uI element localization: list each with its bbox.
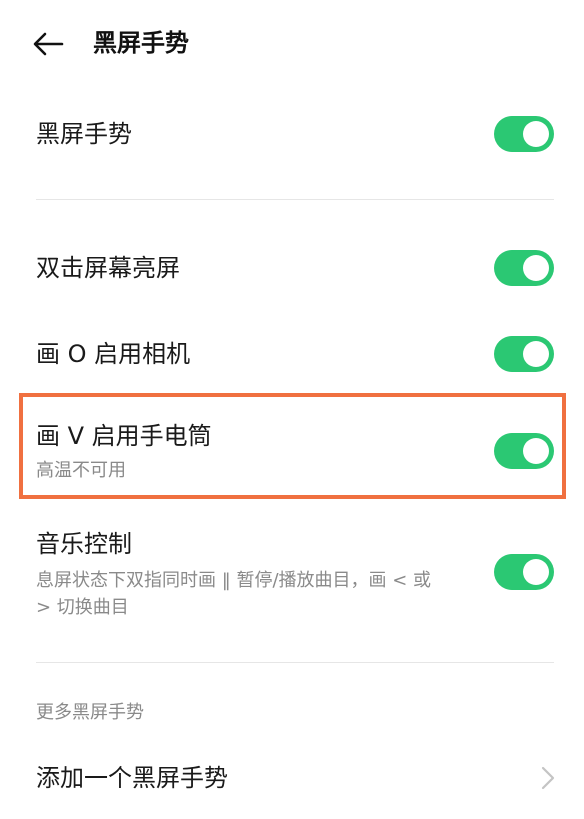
setting-subtitle: 高温不可用 bbox=[36, 460, 126, 481]
toggle-knob bbox=[523, 255, 549, 281]
divider bbox=[36, 662, 554, 663]
setting-title: 音乐控制 bbox=[36, 530, 132, 558]
setting-title: 画 V 启用手电筒 bbox=[36, 422, 212, 450]
add-gesture-row[interactable]: 添加一个黑屏手势 bbox=[0, 756, 584, 804]
divider bbox=[36, 199, 554, 200]
arrow-left-icon bbox=[33, 32, 64, 56]
draw-o-camera-toggle[interactable] bbox=[494, 336, 554, 372]
add-gesture-label: 添加一个黑屏手势 bbox=[36, 764, 228, 792]
setting-subtitle-line1: 息屏状态下双指同时画 ‖ 暂停/播放曲目，画 < 或 bbox=[36, 570, 432, 591]
setting-title: 黑屏手势 bbox=[36, 120, 132, 148]
toggle-knob bbox=[523, 559, 549, 585]
setting-subtitle-line2: > 切换曲目 bbox=[36, 597, 129, 618]
chevron-right-icon bbox=[538, 764, 558, 792]
double-tap-wake-toggle[interactable] bbox=[494, 250, 554, 286]
page-title: 黑屏手势 bbox=[93, 29, 189, 57]
gesture-settings-page: 黑屏手势 黑屏手势 双击屏幕亮屏 画 O 启用相机 画 V 启用手电筒 高温不可… bbox=[0, 0, 584, 819]
toggle-knob bbox=[523, 438, 549, 464]
back-button[interactable] bbox=[30, 28, 66, 60]
setting-row-double-tap-wake: 双击屏幕亮屏 bbox=[0, 244, 584, 292]
setting-title: 画 O 启用相机 bbox=[36, 340, 191, 368]
setting-row-draw-o-camera: 画 O 启用相机 bbox=[0, 330, 584, 378]
draw-v-flashlight-toggle[interactable] bbox=[494, 433, 554, 469]
setting-row-draw-v-flashlight: 画 V 启用手电筒 高温不可用 bbox=[0, 420, 584, 490]
header: 黑屏手势 bbox=[0, 0, 584, 90]
toggle-knob bbox=[523, 121, 549, 147]
screen-off-gestures-toggle[interactable] bbox=[494, 116, 554, 152]
setting-row-music-control: 音乐控制 息屏状态下双指同时画 ‖ 暂停/播放曲目，画 < 或 > 切换曲目 bbox=[0, 528, 584, 628]
music-control-toggle[interactable] bbox=[494, 554, 554, 590]
setting-title: 双击屏幕亮屏 bbox=[36, 254, 180, 282]
toggle-knob bbox=[523, 341, 549, 367]
section-header-more-gestures: 更多黑屏手势 bbox=[36, 702, 144, 723]
setting-row-screen-off-gestures: 黑屏手势 bbox=[0, 110, 584, 158]
